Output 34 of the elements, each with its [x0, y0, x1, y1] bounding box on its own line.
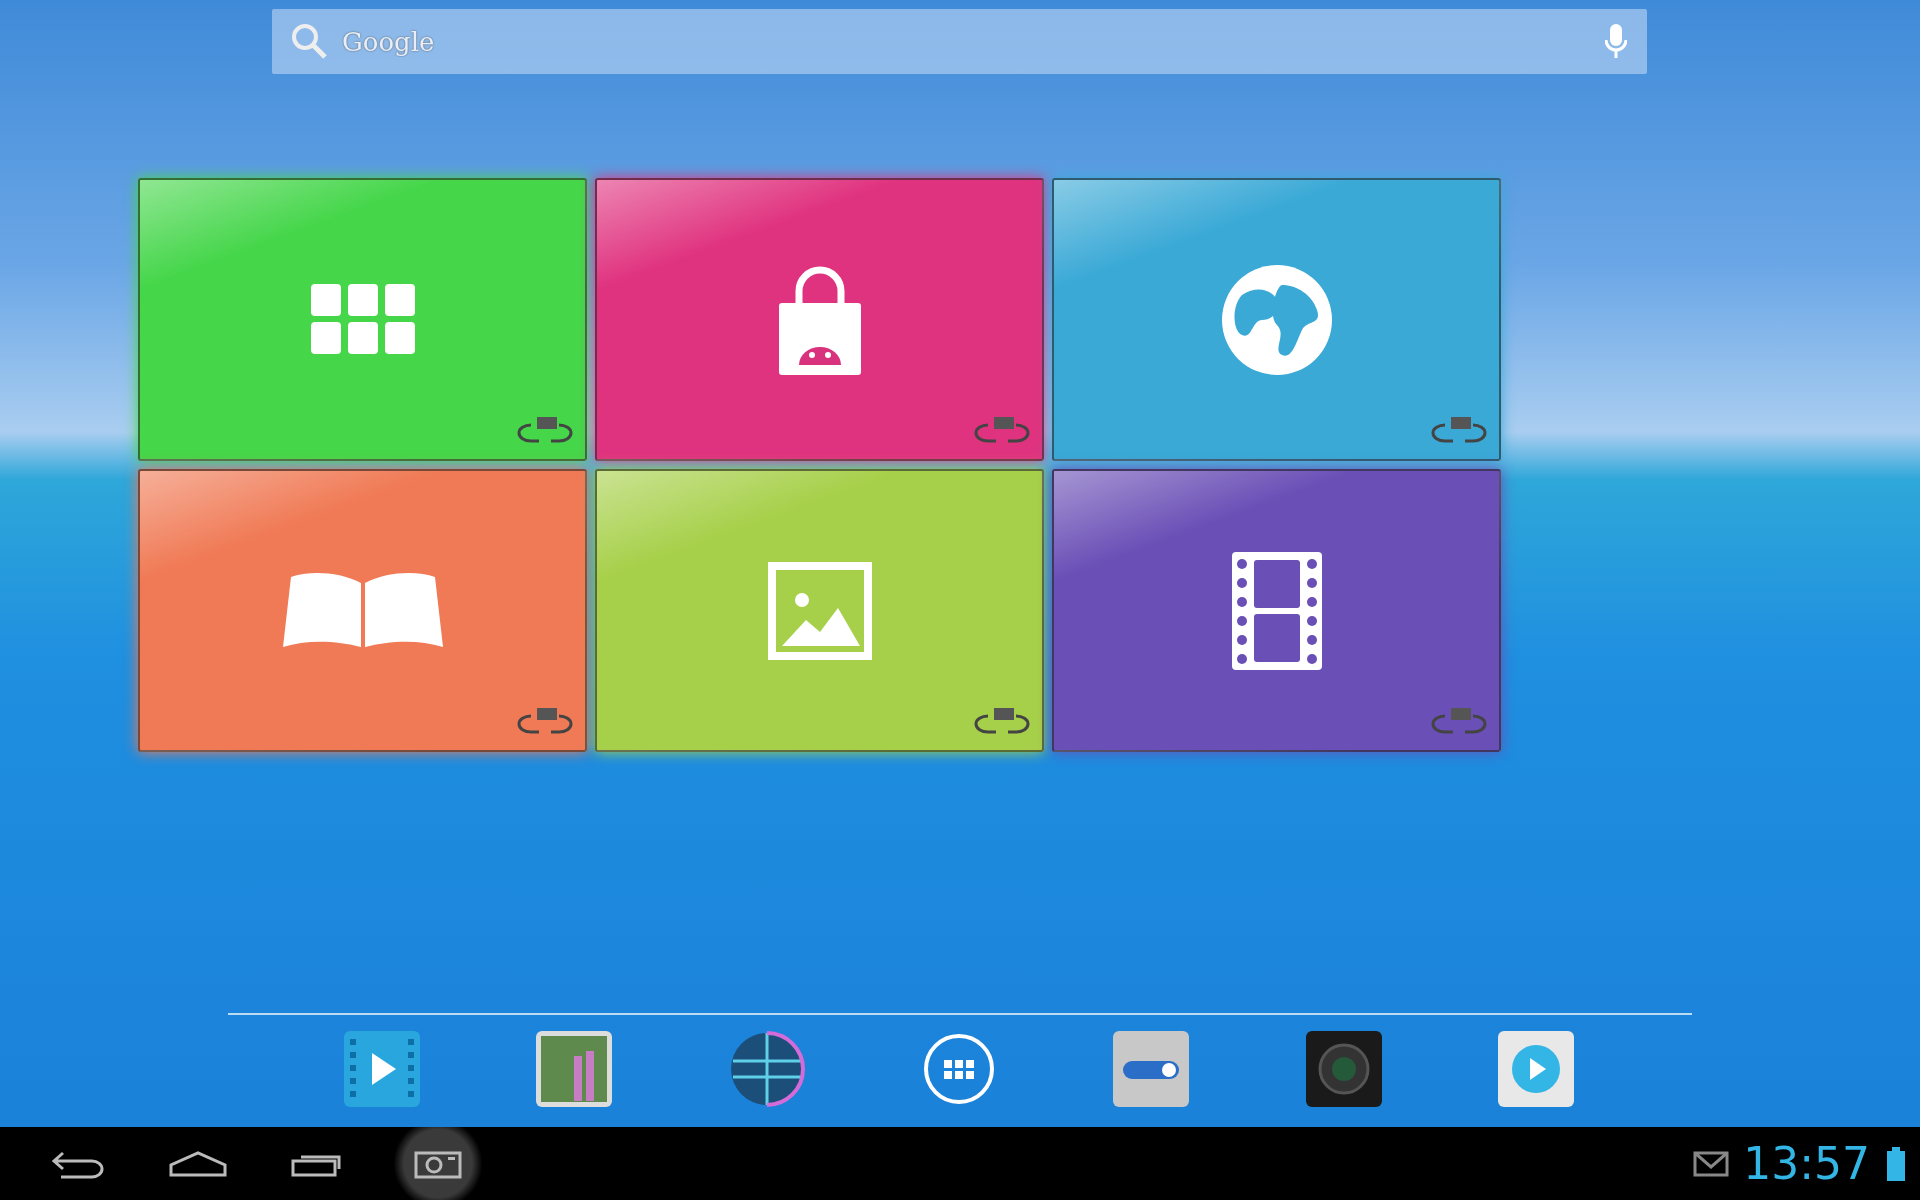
app-tile[interactable] — [595, 178, 1044, 461]
clock-time: 13:57 — [1743, 1138, 1870, 1189]
app-tile[interactable] — [138, 178, 587, 461]
play-film-icon — [344, 1031, 420, 1107]
battery-icon — [1886, 1146, 1906, 1181]
dock-app-button[interactable] — [1113, 1031, 1190, 1107]
globe-icon — [728, 1031, 805, 1107]
lock-icon — [778, 264, 861, 375]
swap-icon — [1429, 415, 1489, 445]
flower-photo-icon — [536, 1031, 613, 1107]
dock-app-button[interactable] — [728, 1031, 805, 1107]
film-strip-icon — [1231, 551, 1322, 670]
app-drawer-icon — [923, 1033, 995, 1105]
globe-icon — [1221, 264, 1332, 375]
swap-icon — [972, 706, 1032, 736]
camera-lens-icon — [1305, 1031, 1382, 1107]
swap-icon — [515, 706, 575, 736]
picture-icon — [767, 561, 872, 660]
mail-icon — [1693, 1150, 1730, 1177]
swap-icon — [1429, 706, 1489, 736]
app-tile[interactable] — [1052, 178, 1501, 461]
swap-icon — [972, 415, 1032, 445]
toggle-switch-icon — [1113, 1031, 1190, 1107]
dock-app-button[interactable] — [536, 1031, 613, 1107]
app-tile[interactable] — [138, 469, 587, 752]
app-tile[interactable] — [595, 469, 1044, 752]
dock-app-button[interactable] — [344, 1031, 420, 1107]
home-icon — [169, 1150, 227, 1177]
search-icon — [290, 22, 328, 60]
swap-icon — [515, 415, 575, 445]
app-tile[interactable] — [1052, 469, 1501, 752]
search-field[interactable]: Google — [272, 9, 1647, 74]
grid-icon — [310, 283, 415, 356]
dock-app-button[interactable] — [921, 1031, 997, 1107]
